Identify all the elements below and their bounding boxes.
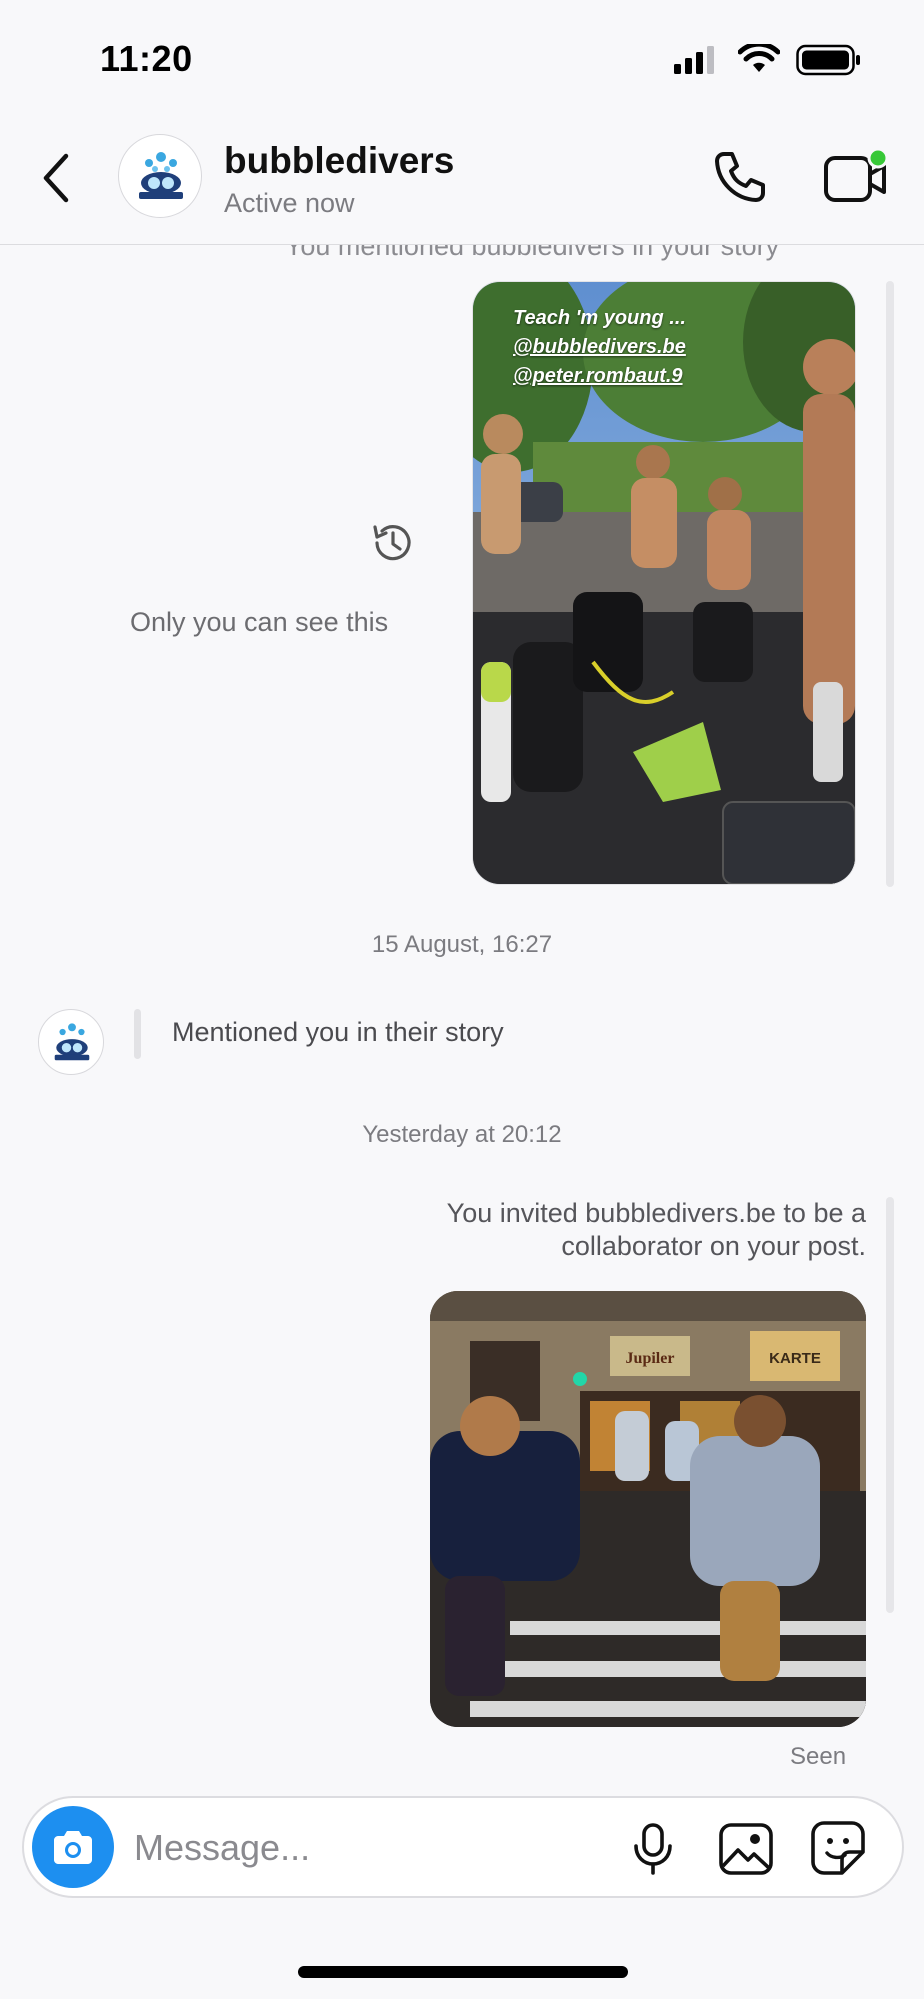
collaborator-invite-note: You invited bubbledivers.be to be a coll… — [446, 1198, 866, 1261]
story-caption-mention[interactable]: @peter.rombaut.9 — [513, 362, 686, 391]
post-image[interactable]: Jupiler KARTE — [430, 1291, 866, 1727]
message-composer — [22, 1796, 904, 1898]
video-camera-icon[interactable] — [822, 146, 890, 208]
jupiler-sign: Jupiler — [626, 1350, 675, 1367]
private-notice: Only you can see this — [130, 607, 389, 637]
chat-header: bubbledivers Active now — [0, 110, 924, 245]
story-caption-mention[interactable]: @bubbledivers.be — [513, 333, 686, 362]
story-mention-message[interactable]: Mentioned you in their story — [172, 1017, 504, 1048]
history-icon — [373, 525, 411, 561]
message-input[interactable] — [132, 1812, 616, 1884]
avatar[interactable] — [38, 1009, 104, 1075]
contact-name[interactable]: bubbledivers — [224, 140, 454, 182]
date-separator: 15 August, 16:27 — [371, 931, 553, 958]
chat-thread[interactable]: You mentioned bubbledivers in your story — [0, 245, 924, 1795]
home-indicator[interactable] — [298, 1966, 628, 1978]
date-separator: Yesterday at 20:12 — [362, 1121, 562, 1148]
phone-icon[interactable] — [710, 148, 768, 206]
message-group-bar — [886, 281, 894, 887]
active-status: Active now — [224, 188, 355, 218]
status-time: 11:20 — [100, 38, 193, 79]
message-group-bar — [886, 1197, 894, 1613]
gallery-icon[interactable] — [718, 1822, 774, 1876]
post-photo: Jupiler KARTE — [430, 1291, 866, 1727]
story-caption-line: Teach 'm young ... — [513, 307, 686, 329]
mention-note: You mentioned bubbledivers in your story — [284, 245, 780, 261]
microphone-icon[interactable] — [628, 1822, 678, 1876]
camera-button[interactable] — [32, 1806, 114, 1888]
battery-icon — [796, 44, 860, 76]
reply-bar — [134, 1009, 141, 1059]
karte-sign: KARTE — [769, 1350, 821, 1367]
seen-receipt: Seen — [790, 1743, 847, 1770]
chevron-left-icon[interactable] — [38, 150, 74, 206]
bubbledivers-logo — [54, 1023, 90, 1061]
wifi-icon — [738, 44, 780, 72]
story-image[interactable]: Teach 'm young ... @bubbledivers.be @pet… — [472, 281, 856, 885]
story-caption: Teach 'm young ... @bubbledivers.be @pet… — [513, 304, 686, 391]
signal-icon — [674, 46, 714, 74]
online-indicator — [867, 147, 889, 169]
bubbledivers-logo — [139, 152, 183, 199]
sticker-icon[interactable] — [810, 1820, 866, 1876]
avatar[interactable] — [118, 134, 202, 218]
camera-icon — [54, 1831, 92, 1864]
status-bar: 11:20 — [0, 0, 924, 110]
